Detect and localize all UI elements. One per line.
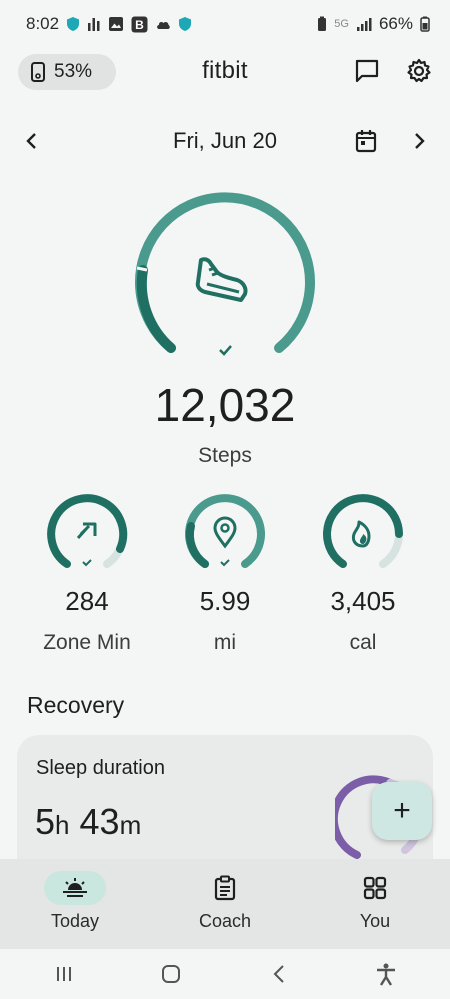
zone-minutes-label: Zone Min	[43, 631, 131, 654]
sleep-minutes: 43	[79, 801, 120, 842]
steps-ring[interactable]	[125, 190, 325, 370]
recovery-section-title: Recovery	[27, 692, 125, 718]
settings-gear-icon[interactable]	[404, 56, 434, 86]
nav-today[interactable]: Today	[0, 859, 150, 949]
battery-percent: 66%	[378, 14, 413, 33]
calendar-icon[interactable]	[351, 126, 381, 156]
sleep-card-title: Sleep duration	[36, 757, 165, 779]
b-badge-icon: B	[131, 16, 148, 33]
steps-value: 12,032	[154, 379, 296, 431]
date-navigator: Fri, Jun 20	[0, 118, 450, 162]
signal-icon	[356, 17, 372, 31]
nav-you[interactable]: You	[300, 859, 450, 949]
calories-value: 3,405	[330, 586, 396, 616]
grid-icon	[363, 876, 387, 900]
distance-label: mi	[213, 631, 237, 654]
status-left: 8:02 B	[26, 14, 192, 34]
zone-arrow-icon	[76, 522, 97, 540]
nav-you-pill	[344, 871, 406, 905]
distance-value: 5.99	[199, 586, 251, 616]
sunrise-icon	[63, 878, 87, 897]
goal-check-icon	[219, 345, 232, 356]
nav-today-pill	[44, 871, 106, 905]
home-icon[interactable]	[151, 954, 191, 994]
messages-icon[interactable]	[352, 56, 382, 86]
battery-icon	[420, 16, 430, 32]
clipboard-icon	[214, 875, 236, 901]
status-bar: 8:02 B 5G 66%	[0, 0, 450, 48]
cloud-icon	[155, 18, 171, 30]
sleep-duration-value: 5h 43m	[35, 801, 141, 843]
selected-date: Fri, Jun 20	[173, 128, 277, 153]
sleep-hours: 5	[35, 801, 56, 842]
next-day-chevron-icon[interactable]	[404, 126, 434, 156]
nav-you-label: You	[359, 911, 391, 931]
svg-text:B: B	[135, 18, 144, 32]
battery-saver-icon	[317, 16, 327, 32]
metric-zone-minutes[interactable]: 284 Zone Min	[22, 494, 152, 655]
recent-apps-icon[interactable]	[44, 954, 84, 994]
system-navigation-bar	[0, 949, 450, 999]
calories-label: cal	[349, 631, 377, 654]
shield-icon	[66, 16, 80, 32]
gallery-icon	[108, 16, 124, 32]
back-icon[interactable]	[259, 954, 299, 994]
location-pin-icon	[213, 516, 237, 549]
shield-icon	[178, 16, 192, 32]
nav-coach-pill	[194, 871, 256, 905]
steps-label: Steps	[198, 444, 252, 467]
sleep-hours-unit: h	[55, 810, 70, 840]
flame-icon	[351, 520, 371, 548]
add-fab-button[interactable]: +	[372, 782, 432, 840]
shoe-icon	[195, 257, 248, 302]
accessibility-icon[interactable]	[366, 954, 406, 994]
status-right: 5G 66%	[317, 14, 430, 34]
bar-chart-icon	[87, 16, 101, 32]
bottom-navigation: Today Coach You	[0, 859, 450, 949]
nav-coach-label: Coach	[198, 911, 252, 931]
nav-today-label: Today	[50, 911, 100, 931]
nav-coach[interactable]: Coach	[150, 859, 300, 949]
network-type: 5G	[334, 18, 349, 30]
zone-minutes-value: 284	[65, 586, 109, 616]
metric-distance[interactable]: 5.99 mi	[160, 494, 290, 655]
sleep-minutes-unit: m	[119, 810, 142, 840]
metric-calories[interactable]: 3,405 cal	[298, 494, 428, 655]
status-time: 8:02	[26, 14, 60, 33]
app-title: fitbit	[202, 57, 248, 84]
